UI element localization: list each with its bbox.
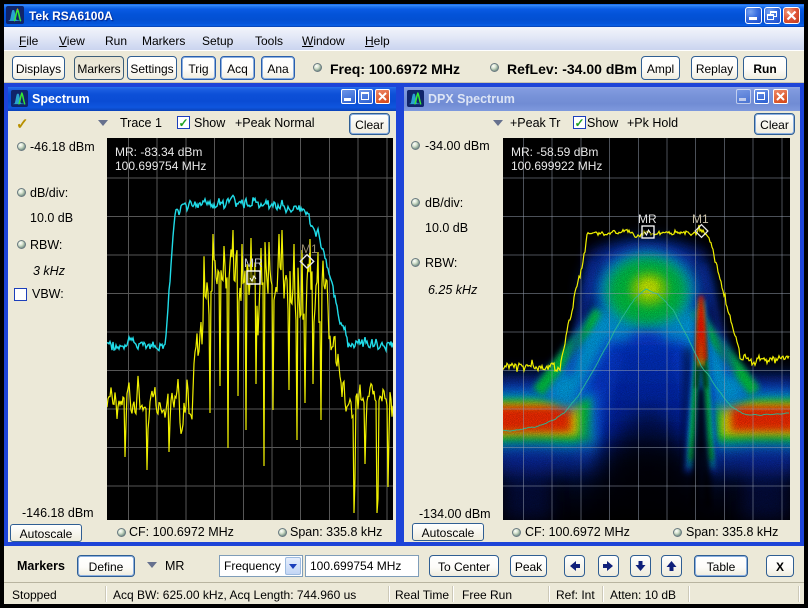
svg-text:MR: MR: [244, 256, 263, 270]
svg-text:100.699922 MHz: 100.699922 MHz: [511, 159, 602, 173]
svg-text:M1: M1: [692, 212, 709, 226]
svg-text:100.699754 MHz: 100.699754 MHz: [115, 159, 206, 173]
svg-text:MR: MR: [638, 212, 657, 226]
svg-text:MR: -58.59 dBm: MR: -58.59 dBm: [511, 145, 598, 159]
svg-text:M1: M1: [301, 242, 318, 256]
svg-text:MR: -83.34 dBm: MR: -83.34 dBm: [115, 145, 202, 159]
